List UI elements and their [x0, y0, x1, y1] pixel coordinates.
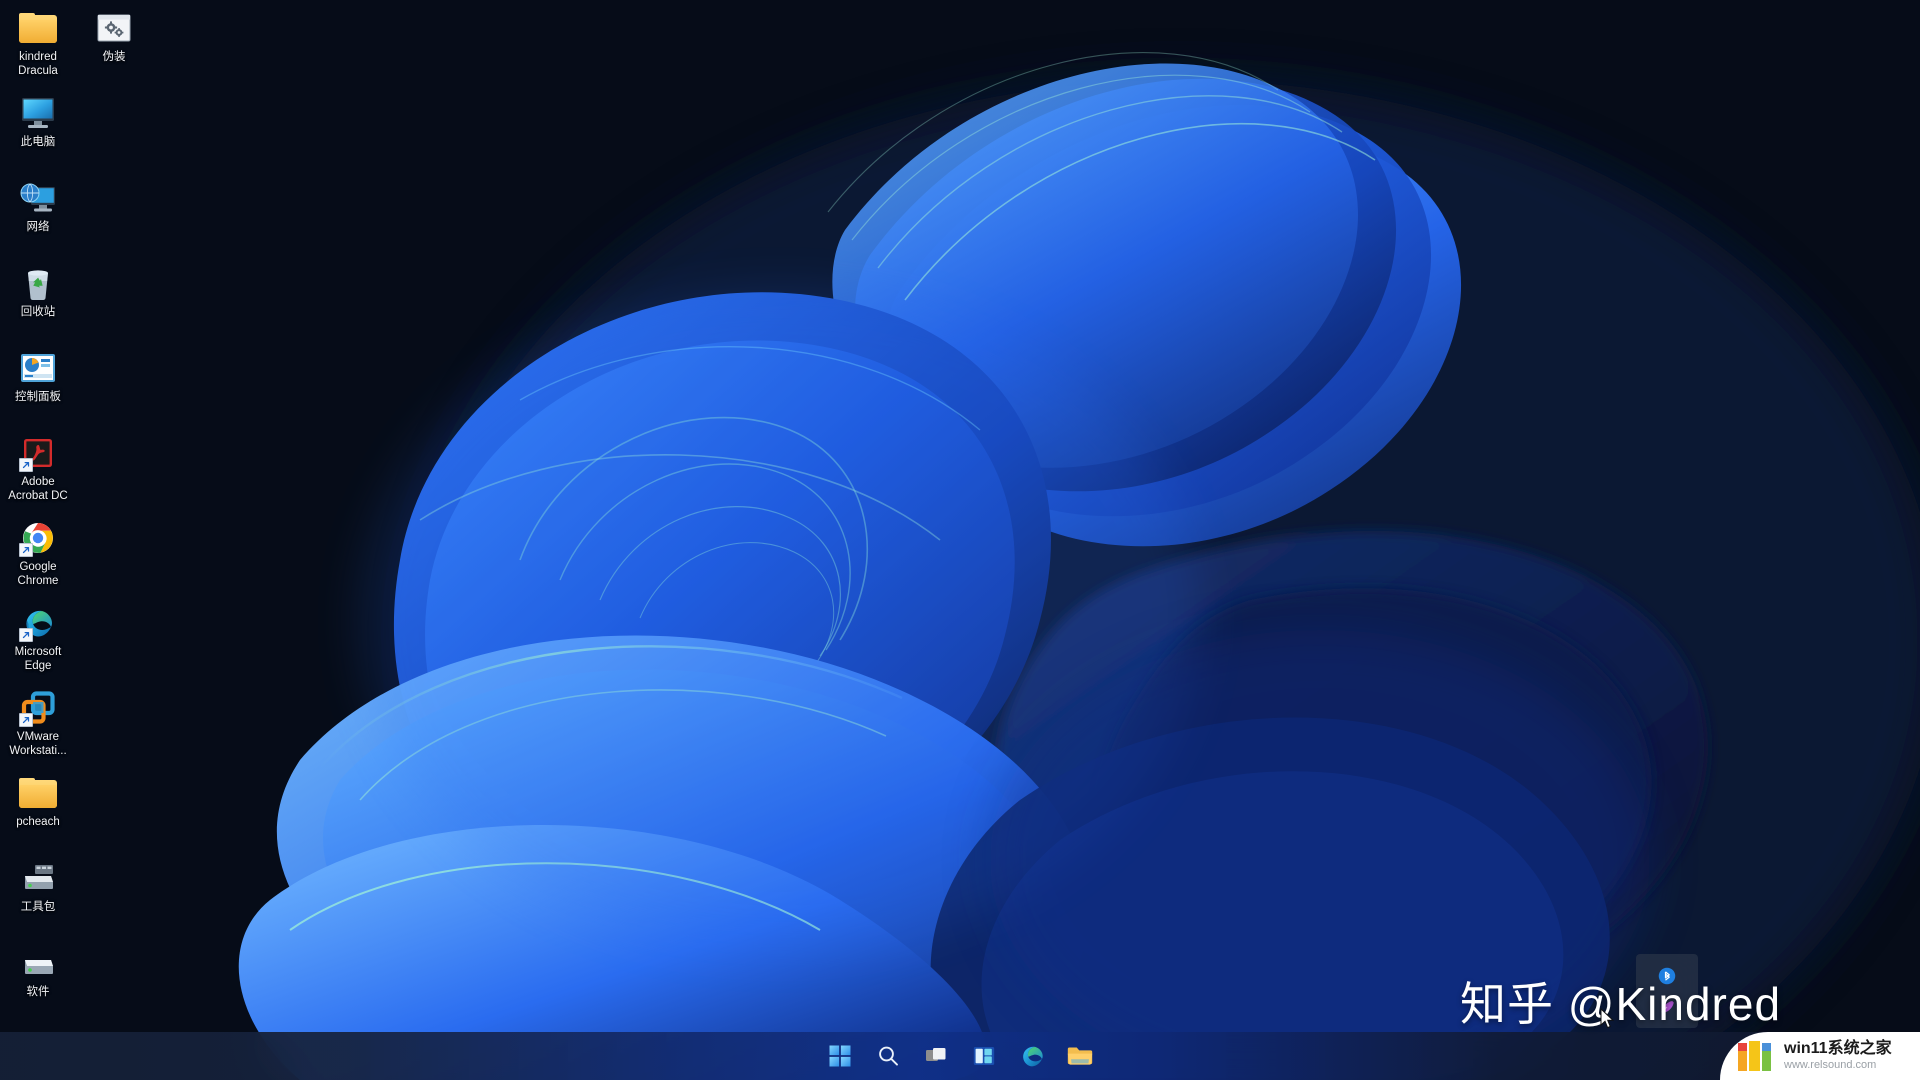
recycle-bin-icon — [18, 263, 58, 303]
control-panel-icon — [18, 348, 58, 388]
desktop-icon-label: kindred Dracula — [18, 51, 58, 77]
disguise-gears-icon — [94, 8, 134, 48]
network-icon — [18, 178, 58, 218]
desktop-icon-label: 此电脑 — [20, 136, 56, 148]
desktop-wallpaper — [0, 0, 1920, 1080]
this-pc-icon — [18, 93, 58, 133]
desktop-icon-folder[interactable]: kindred Dracula — [0, 2, 76, 87]
desktop-icon-label: 回收站 — [20, 306, 56, 318]
desktop-icon-label: VMware Workstati... — [9, 731, 67, 757]
edge-icon — [1019, 1043, 1045, 1069]
taskbar-task-view-button[interactable] — [916, 1036, 956, 1076]
search-icon — [876, 1044, 900, 1068]
taskbar-microsoft-edge-button[interactable] — [1012, 1036, 1052, 1076]
desktop-icon-label: 控制面板 — [15, 391, 61, 403]
desktop-icon-control-panel[interactable]: 控制面板 — [0, 342, 76, 427]
desktop-icon-label: 伪装 — [102, 51, 126, 63]
shortcut-overlay-icon — [19, 458, 33, 472]
taskbar: 英 — [0, 1032, 1920, 1080]
windows-logo-icon — [828, 1044, 852, 1068]
desktop-icon-label: 网络 — [26, 221, 50, 233]
desktop-icon-label: 工具包 — [20, 901, 56, 913]
shortcut-overlay-icon — [19, 713, 33, 727]
folder-icon — [18, 773, 58, 813]
zhihu-watermark: 知乎 @Kindred — [1460, 978, 1782, 1030]
desktop-icon-vmware[interactable]: VMware Workstati... — [0, 682, 76, 767]
widgets-icon — [972, 1044, 996, 1068]
desktop-icon-label: 软件 — [26, 986, 50, 998]
desktop-icon-label: Microsoft Edge — [14, 646, 62, 672]
drive-toolkit-icon — [18, 858, 58, 898]
site-watermark-url: www.relsound.com — [1784, 1058, 1877, 1071]
folder-icon — [1067, 1045, 1093, 1067]
desktop-icon-label: Adobe Acrobat DC — [8, 476, 68, 502]
win11-logo-icon — [1738, 1041, 1771, 1071]
vmware-icon — [18, 688, 58, 728]
desktop-icon-label: Google Chrome — [17, 561, 59, 587]
desktop-icon-grid: kindred Dracula 此电脑网络回收站控制面板 Adobe Acrobat… — [0, 0, 260, 1040]
drive-software-icon — [18, 943, 58, 983]
taskbar-search-button[interactable] — [868, 1036, 908, 1076]
windows-bloom-wallpaper-art — [0, 0, 1920, 1080]
desktop-icon-microsoft-edge[interactable]: Microsoft Edge — [0, 597, 76, 682]
google-chrome-icon — [18, 518, 58, 558]
desktop-icon-folder[interactable]: pcheach — [0, 767, 76, 852]
site-watermark: win11系统之家 www.relsound.com — [1720, 1032, 1920, 1080]
desktop-icon-recycle-bin[interactable]: 回收站 — [0, 257, 76, 342]
adobe-acrobat-icon — [18, 433, 58, 473]
taskbar-widgets-button[interactable] — [964, 1036, 1004, 1076]
desktop-icon-label: pcheach — [16, 816, 60, 828]
desktop-icon-this-pc[interactable]: 此电脑 — [0, 87, 76, 172]
desktop-icon-drive-software[interactable]: 软件 — [0, 937, 76, 1022]
shortcut-overlay-icon — [19, 628, 33, 642]
taskbar-file-explorer-button[interactable] — [1060, 1036, 1100, 1076]
shortcut-overlay-icon — [19, 543, 33, 557]
desktop-icon-drive-toolkit[interactable]: 工具包 — [0, 852, 76, 937]
taskbar-start-button[interactable] — [820, 1036, 860, 1076]
desktop-icon-network[interactable]: 网络 — [0, 172, 76, 257]
task-view-icon — [924, 1044, 948, 1068]
site-watermark-name: win11系统之家 — [1784, 1039, 1892, 1057]
folder-icon — [18, 8, 58, 48]
desktop-icon-google-chrome[interactable]: Google Chrome — [0, 512, 76, 597]
microsoft-edge-icon — [18, 603, 58, 643]
desktop-icon-disguise-gears[interactable]: 伪装 — [76, 2, 152, 87]
taskbar-center-group — [820, 1032, 1100, 1080]
desktop-icon-adobe-acrobat[interactable]: Adobe Acrobat DC — [0, 427, 76, 512]
